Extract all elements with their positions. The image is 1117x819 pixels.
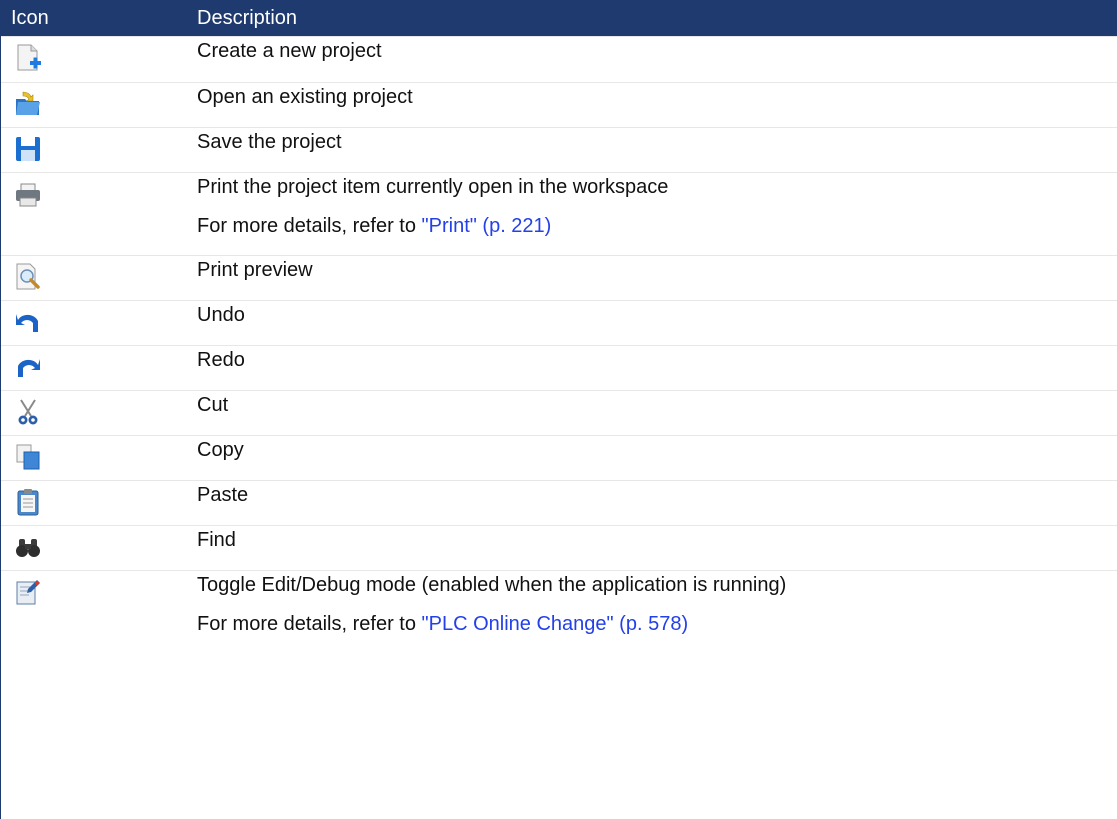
row-description: Cut: [197, 394, 229, 416]
row-detail: For more details, refer to "PLC Online C…: [197, 598, 1117, 637]
row-description: Print preview: [197, 259, 313, 281]
open-folder-icon: [13, 88, 43, 120]
print-preview-icon: [13, 261, 43, 293]
row-description: Save the project: [197, 131, 342, 153]
binoculars-icon: [13, 531, 43, 563]
new-project-icon: [13, 42, 43, 74]
row-description: Toggle Edit/Debug mode (enabled when the…: [197, 574, 787, 596]
detail-prefix: For more details, refer to: [197, 215, 422, 237]
edit-debug-toggle-icon: [13, 576, 43, 608]
printer-icon: [13, 178, 43, 210]
redo-icon: [13, 351, 43, 383]
header-icon-column: Icon: [11, 6, 49, 29]
table-header: Icon Description: [1, 0, 1117, 36]
header-description-column: Description: [197, 6, 298, 29]
table-row: Undo: [1, 300, 1117, 345]
table-row: Save the project: [1, 127, 1117, 172]
paste-clipboard-icon: [13, 486, 43, 518]
undo-icon: [13, 306, 43, 338]
table-row: Print preview: [1, 255, 1117, 300]
row-description: Copy: [197, 439, 244, 461]
plc-online-change-reference-link[interactable]: "PLC Online Change" (p. 578): [422, 613, 689, 635]
row-description: Find: [197, 529, 236, 551]
table-row: Redo: [1, 345, 1117, 390]
row-description: Undo: [197, 304, 245, 326]
row-description: Open an existing project: [197, 86, 413, 108]
table-row: Create a new project: [1, 36, 1117, 82]
save-floppy-icon: [13, 133, 43, 165]
row-description: Paste: [197, 484, 249, 506]
table-row: Cut: [1, 390, 1117, 435]
toolbar-icons-table: Icon Description Create a new project Op…: [0, 0, 1117, 819]
table-row: Find: [1, 525, 1117, 570]
row-detail: For more details, refer to "Print" (p. 2…: [197, 200, 1117, 239]
table-row: Paste: [1, 480, 1117, 525]
table-row: Print the project item currently open in…: [1, 172, 1117, 255]
print-reference-link[interactable]: "Print" (p. 221): [422, 215, 552, 237]
scissors-icon: [13, 396, 43, 428]
row-description: Print the project item currently open in…: [197, 176, 669, 198]
copy-icon: [13, 441, 43, 473]
detail-prefix: For more details, refer to: [197, 613, 422, 635]
table-row: Open an existing project: [1, 82, 1117, 127]
row-description: Redo: [197, 349, 245, 371]
table-row: Copy: [1, 435, 1117, 480]
table-row: Toggle Edit/Debug mode (enabled when the…: [1, 570, 1117, 655]
row-description: Create a new project: [197, 40, 382, 62]
